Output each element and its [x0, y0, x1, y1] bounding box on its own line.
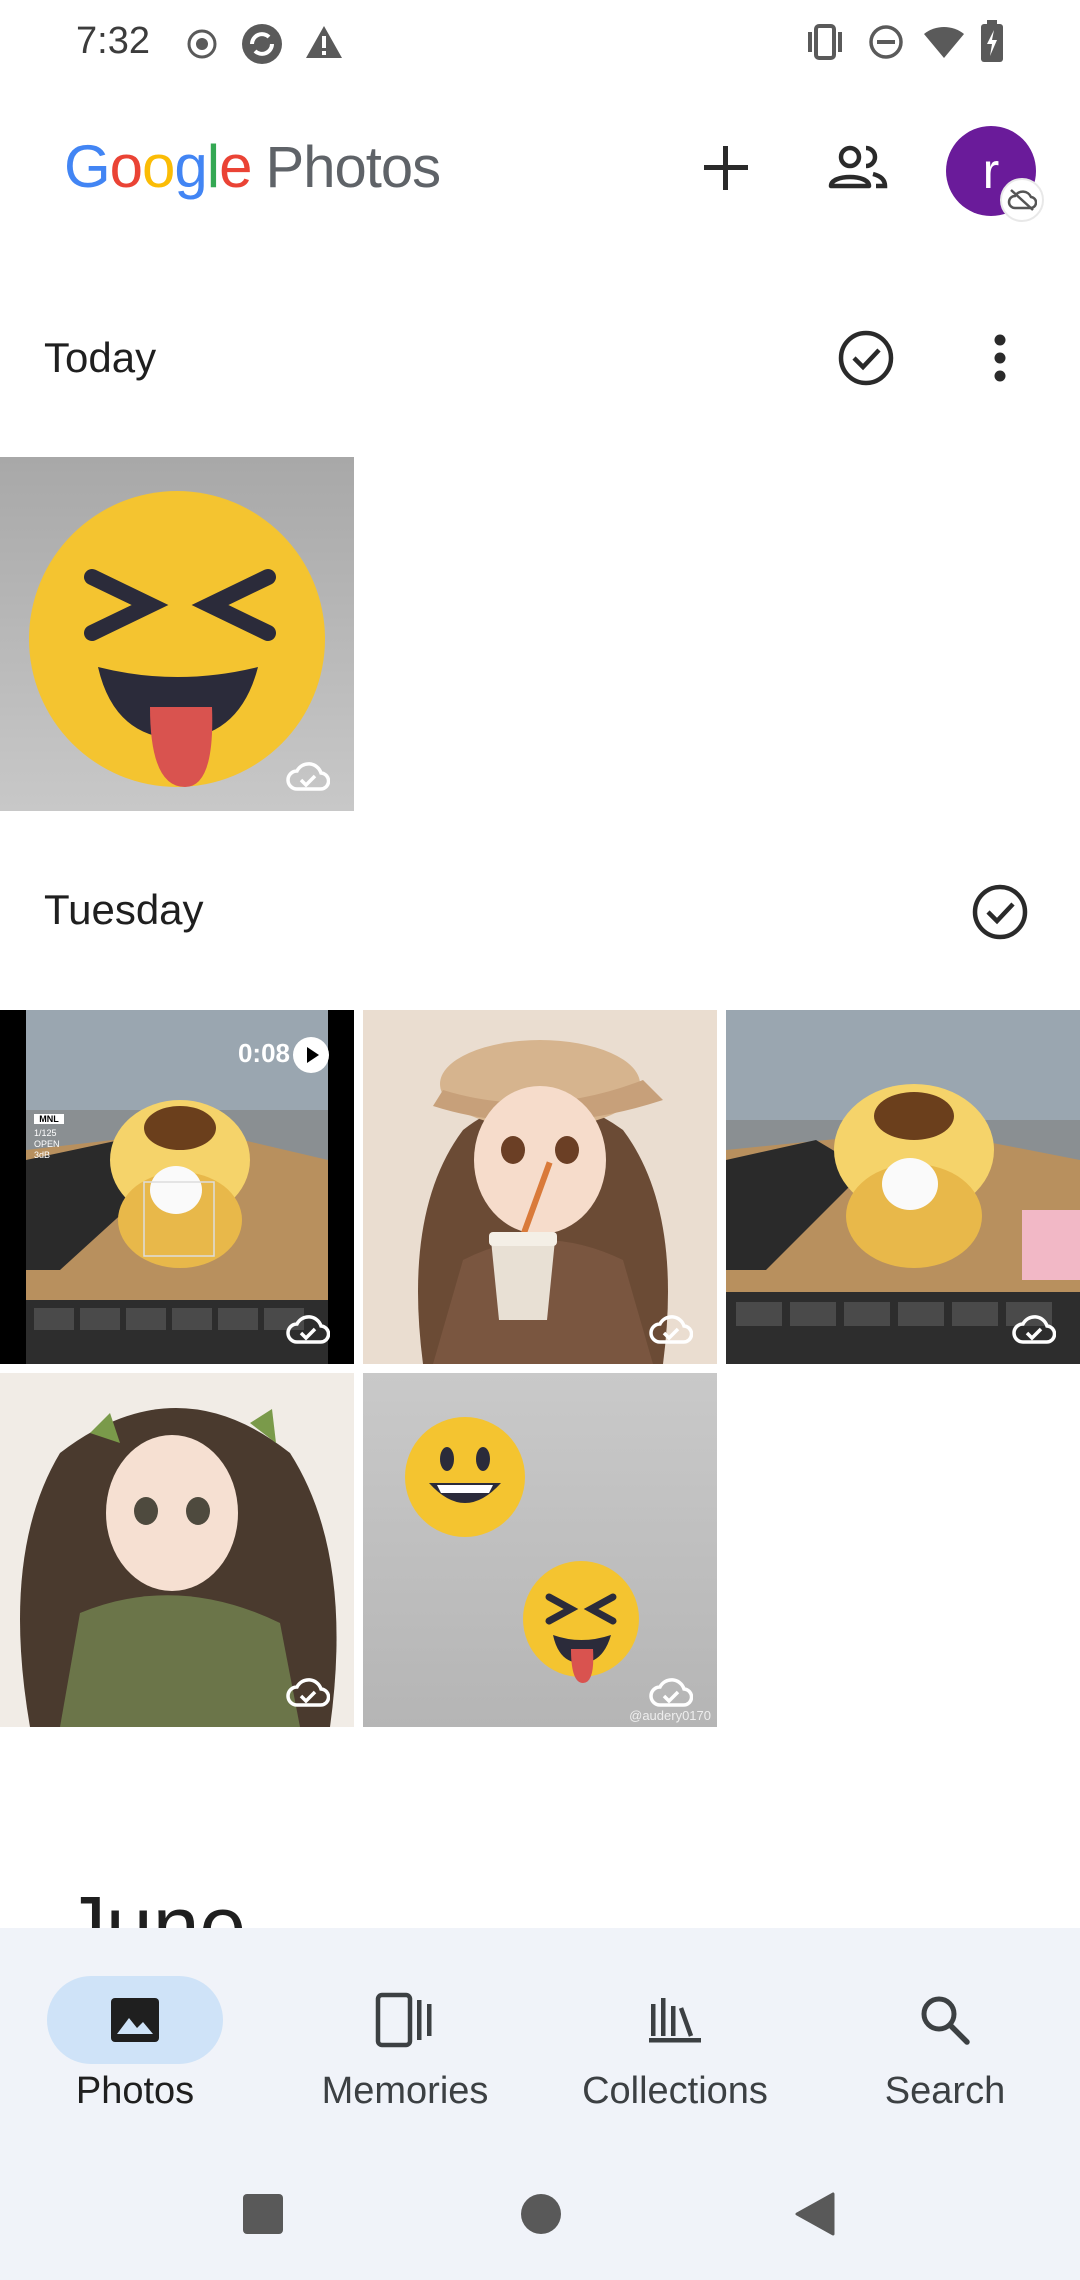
girl-with-drink-image	[418, 1040, 668, 1364]
add-button[interactable]	[686, 128, 766, 208]
status-time: 7:32	[76, 20, 150, 62]
memories-icon	[375, 1990, 435, 2050]
status-bar: 7:32	[0, 0, 1080, 88]
photo-thumbnail[interactable]	[0, 1373, 354, 1727]
video-thumbnail[interactable]: MNL 1/125 OPEN 3dB 0:08	[0, 1010, 354, 1364]
vibrate-icon	[808, 24, 842, 60]
nav-memories[interactable]: Memories	[270, 1950, 540, 2130]
cloud-done-icon	[649, 1315, 693, 1344]
back-button[interactable]	[793, 2190, 837, 2243]
cloud-done-icon	[286, 762, 330, 791]
cloud-done-icon	[286, 1678, 330, 1707]
warning-icon	[306, 26, 342, 58]
check-circle-icon	[972, 884, 1028, 940]
add-icon	[704, 146, 748, 190]
collections-icon	[645, 1990, 705, 2050]
logo-product-name: Photos	[265, 135, 442, 200]
more-vert-icon	[994, 334, 1006, 382]
nav-label-collections: Collections	[582, 2070, 768, 2112]
recents-icon	[243, 2194, 283, 2234]
photo-thumbnail[interactable]: @audery0170	[363, 1373, 717, 1727]
watermark-text: @audery0170	[629, 1708, 711, 1723]
home-button[interactable]	[519, 2192, 563, 2241]
battery-charging-icon	[981, 20, 1003, 62]
google-photos-logo: Google Photos	[64, 133, 442, 200]
select-today-button[interactable]	[830, 322, 902, 394]
cloud-done-icon	[1012, 1315, 1056, 1344]
nav-search[interactable]: Search	[810, 1950, 1080, 2130]
back-icon	[795, 2192, 835, 2236]
emoji-laughing-image	[29, 491, 325, 787]
nav-label-memories: Memories	[321, 2070, 489, 2112]
photo-thumbnail[interactable]	[0, 457, 354, 811]
video-duration: 0:08	[237, 1038, 290, 1068]
backup-off-badge	[1000, 178, 1044, 222]
wifi-icon	[924, 26, 964, 58]
two-emojis-image	[405, 1417, 639, 1683]
nav-label-photos: Photos	[75, 2070, 195, 2112]
check-circle-icon	[838, 330, 894, 386]
home-icon	[521, 2194, 561, 2234]
select-tuesday-button[interactable]	[964, 876, 1036, 948]
sync-icon	[242, 24, 282, 64]
photo-icon	[105, 1990, 165, 2050]
cloud-done-icon	[286, 1315, 330, 1344]
nav-photos[interactable]: Photos	[0, 1950, 270, 2130]
photo-thumbnail[interactable]	[726, 1010, 1080, 1364]
record-icon	[187, 29, 217, 59]
section-title-today: Today	[44, 334, 157, 381]
shared-icon	[828, 145, 888, 189]
more-options-button[interactable]	[964, 322, 1036, 394]
camera-overlay-info: 1/125 OPEN 3dB	[34, 1128, 60, 1160]
play-icon	[293, 1037, 329, 1073]
cloud-done-icon	[649, 1678, 693, 1707]
girl-green-sweater-image	[20, 1408, 337, 1727]
photo-thumbnail[interactable]	[363, 1010, 717, 1364]
section-title-tuesday: Tuesday	[44, 886, 204, 933]
do-not-disturb-icon	[869, 25, 903, 59]
backup-off-icon	[1007, 189, 1037, 211]
nav-collections[interactable]: Collections	[540, 1950, 810, 2130]
search-icon	[915, 1990, 975, 2050]
nav-label-search: Search	[884, 2070, 1006, 2112]
app-bar: Google Photos r	[0, 100, 1080, 240]
plush-toy-image	[726, 1010, 1080, 1364]
sharing-button[interactable]	[818, 128, 898, 208]
camera-overlay-mode: MNL	[34, 1114, 64, 1124]
recents-button[interactable]	[241, 2192, 285, 2241]
